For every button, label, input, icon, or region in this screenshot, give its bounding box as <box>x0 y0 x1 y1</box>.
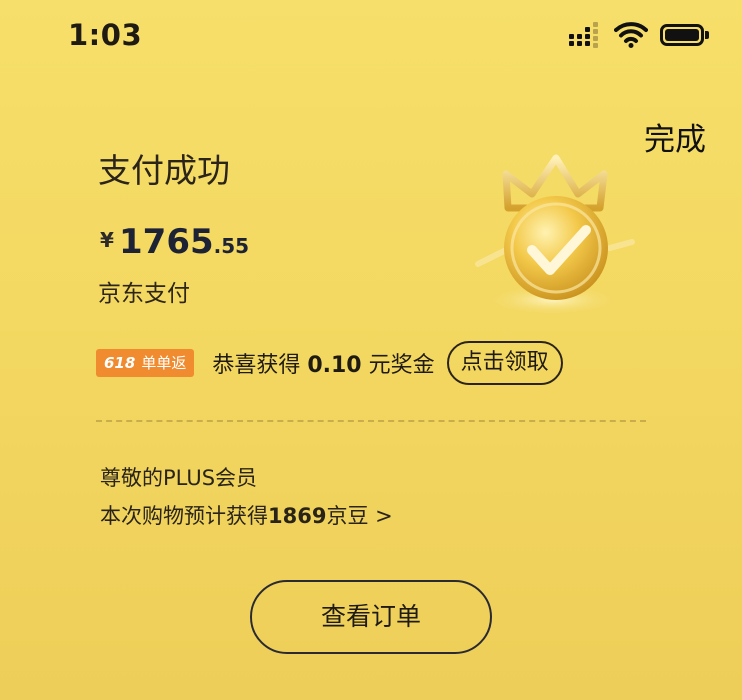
promo-text-prefix: 恭喜获得 <box>212 353 308 378</box>
amount-integer: 1765 <box>119 222 214 262</box>
badge-label: 单单返 <box>141 354 187 372</box>
currency-symbol: ¥ <box>100 228 114 252</box>
claim-bonus-button[interactable]: 点击领取 <box>446 341 563 385</box>
jingdou-count: 1869 <box>268 504 327 528</box>
jingdou-reward-link[interactable]: 本次购物预计获得1869京豆 > <box>100 500 393 530</box>
status-icons <box>568 22 710 48</box>
view-order-button[interactable]: 查看订单 <box>250 580 492 654</box>
reward-suffix: 京豆 > <box>326 504 393 528</box>
done-button[interactable]: 完成 <box>644 114 706 159</box>
payment-success-title: 支付成功 <box>98 151 230 190</box>
status-bar: 1:03 <box>0 0 742 72</box>
reward-prefix: 本次购物预计获得 <box>100 504 268 528</box>
promo-text-suffix: 元奖金 <box>361 353 435 378</box>
promo-row: 618 单单返 恭喜获得 0.10 元奖金 点击领取 <box>96 340 563 386</box>
promo-618-badge: 618 单单返 <box>96 349 195 377</box>
wifi-icon <box>614 22 648 48</box>
plus-member-greeting: 尊敬的PLUS会员 <box>100 466 258 490</box>
promo-text: 恭喜获得 0.10 元奖金 <box>212 347 434 379</box>
payment-method: 京东支付 <box>98 281 190 307</box>
dashed-divider <box>96 420 646 422</box>
cellular-signal-icon <box>569 22 598 48</box>
badge-618: 618 <box>104 354 136 372</box>
status-time: 1:03 <box>68 18 143 52</box>
battery-icon <box>660 22 710 48</box>
amount-decimal: .55 <box>213 234 250 258</box>
gold-medal-check-icon <box>475 154 635 316</box>
bonus-amount: 0.10 <box>307 353 362 378</box>
payment-amount: ¥ 1765.55 <box>100 222 249 262</box>
